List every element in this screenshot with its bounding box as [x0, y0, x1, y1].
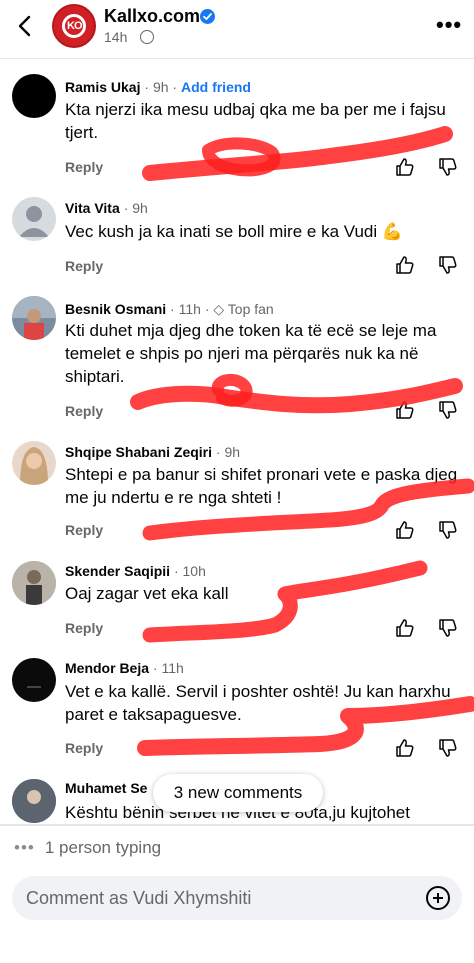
comment-header: Muhamet Se: [65, 780, 147, 796]
dislike-icon[interactable]: [438, 618, 458, 638]
typing-dots-icon: •••: [14, 838, 35, 857]
like-icon[interactable]: [395, 618, 415, 638]
comment-author[interactable]: Muhamet Se: [65, 780, 147, 796]
like-icon[interactable]: [395, 157, 415, 177]
comment-input[interactable]: [26, 876, 416, 920]
typing-indicator: ••• 1 person typing: [14, 838, 161, 858]
new-comments-button[interactable]: 3 new comments: [153, 774, 323, 812]
like-icon[interactable]: [395, 738, 415, 758]
dislike-icon[interactable]: [438, 255, 458, 275]
like-icon[interactable]: [395, 520, 415, 540]
add-attachment-icon[interactable]: [426, 886, 450, 910]
dislike-icon[interactable]: [438, 738, 458, 758]
comment-composer: [12, 876, 462, 920]
dislike-icon[interactable]: [438, 400, 458, 420]
typing-indicator-text: 1 person typing: [44, 838, 162, 857]
avatar[interactable]: [12, 779, 56, 823]
dislike-icon[interactable]: [438, 520, 458, 540]
like-icon[interactable]: [395, 255, 415, 275]
dislike-icon[interactable]: [438, 157, 458, 177]
like-icon[interactable]: [395, 400, 415, 420]
composer-divider: [0, 824, 474, 826]
